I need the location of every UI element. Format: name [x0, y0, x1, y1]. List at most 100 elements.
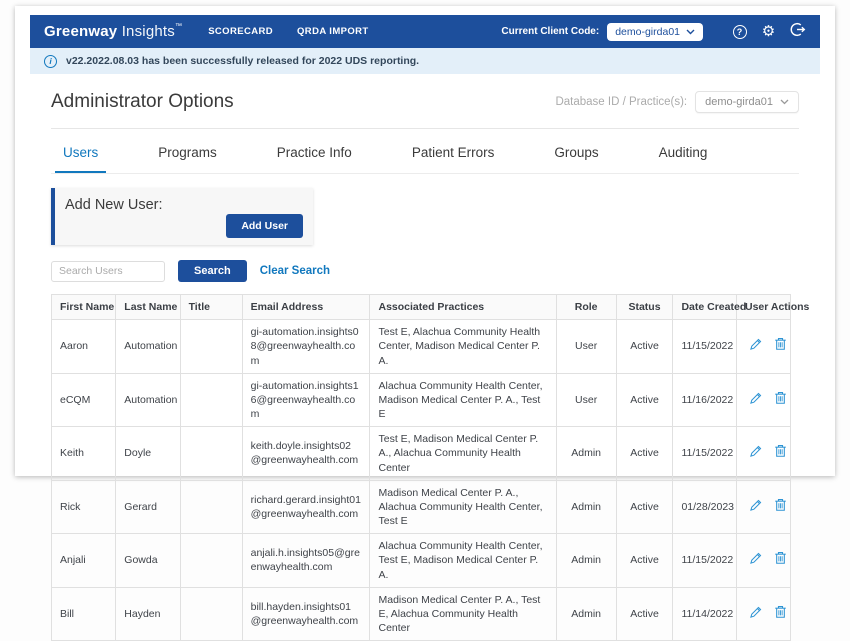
delete-user-button[interactable] — [774, 444, 787, 462]
logout-button[interactable] — [789, 23, 806, 40]
cell-title — [180, 480, 242, 534]
release-info-text: v22.2022.08.03 has been successfully rel… — [66, 55, 419, 67]
trash-icon — [774, 551, 787, 565]
trash-icon — [774, 498, 787, 512]
settings-button[interactable]: ⚙ — [760, 23, 777, 40]
add-new-user-panel: Add New User: Add User — [51, 188, 313, 245]
edit-user-button[interactable] — [749, 391, 763, 409]
brand-greenway: Greenway — [44, 23, 117, 40]
delete-user-button[interactable] — [774, 551, 787, 569]
cell-date-created: 11/15/2022 — [673, 534, 737, 588]
cell-associated-practices: Test E, Alachua Community Health Center,… — [370, 320, 556, 374]
pencil-icon — [749, 337, 763, 351]
info-icon: i — [44, 55, 57, 68]
cell-user-actions — [737, 587, 791, 641]
help-icon: ? — [733, 25, 747, 39]
cell-last-name: Hayden — [116, 587, 180, 641]
cell-role: User — [556, 320, 616, 374]
table-row: eCQM Automation gi-automation.insights16… — [52, 373, 791, 427]
cell-email: gi-automation.insights08@greenwayhealth.… — [242, 320, 370, 374]
edit-user-button[interactable] — [749, 498, 763, 516]
database-dropdown[interactable]: demo-girda01 — [695, 91, 799, 113]
help-button[interactable]: ? — [731, 23, 748, 40]
trash-icon — [774, 337, 787, 351]
tab-users[interactable]: Users — [55, 132, 106, 173]
column-header: Role — [556, 295, 616, 320]
cell-last-name: Automation — [116, 373, 180, 427]
database-selector: Database ID / Practice(s): demo-girda01 — [555, 91, 799, 113]
delete-user-button[interactable] — [774, 498, 787, 516]
search-button[interactable]: Search — [178, 260, 247, 282]
database-value: demo-girda01 — [705, 96, 773, 108]
tab-patient-errors[interactable]: Patient Errors — [404, 132, 503, 173]
nav-scorecard[interactable]: SCORECARD — [208, 26, 273, 37]
tab-groups[interactable]: Groups — [546, 132, 606, 173]
cell-first-name: Rick — [52, 480, 116, 534]
cell-title — [180, 427, 242, 481]
cell-status: Active — [616, 373, 673, 427]
pencil-icon — [749, 605, 763, 619]
gear-icon: ⚙ — [762, 24, 775, 39]
tab-bar: Users Programs Practice Info Patient Errors… — [51, 132, 799, 174]
table-header-row: First NameLast NameTitleEmail AddressAss… — [52, 295, 791, 320]
search-row: Search Clear Search — [51, 260, 799, 282]
cell-associated-practices: Alachua Community Health Center, Madison… — [370, 373, 556, 427]
cell-email: anjali.h.insights05@greenwayhealth.com — [242, 534, 370, 588]
delete-user-button[interactable] — [774, 605, 787, 623]
table-row: Keith Doyle keith.doyle.insights02@green… — [52, 427, 791, 481]
cell-user-actions — [737, 534, 791, 588]
page-title: Administrator Options — [51, 91, 234, 113]
cell-role: Admin — [556, 587, 616, 641]
cell-status: Active — [616, 480, 673, 534]
table-row: Bill Hayden bill.hayden.insights01@green… — [52, 587, 791, 641]
add-new-user-title: Add New User: — [65, 197, 303, 213]
cell-date-created: 11/14/2022 — [673, 587, 737, 641]
cell-role: Admin — [556, 427, 616, 481]
brand-insights: Insights — [122, 23, 175, 40]
cell-title — [180, 320, 242, 374]
cell-email: richard.gerard.insight01@greenwayhealth.… — [242, 480, 370, 534]
edit-user-button[interactable] — [749, 551, 763, 569]
cell-status: Active — [616, 587, 673, 641]
cell-title — [180, 373, 242, 427]
tab-auditing[interactable]: Auditing — [651, 132, 716, 173]
cell-status: Active — [616, 534, 673, 588]
cell-date-created: 01/28/2023 — [673, 480, 737, 534]
pencil-icon — [749, 444, 763, 458]
cell-date-created: 11/16/2022 — [673, 373, 737, 427]
client-code-label: Current Client Code: — [501, 26, 599, 37]
trademark-symbol: ™ — [175, 23, 182, 30]
cell-role: Admin — [556, 534, 616, 588]
add-user-button[interactable]: Add User — [226, 214, 303, 238]
delete-user-button[interactable] — [774, 391, 787, 409]
column-header: Email Address — [242, 295, 370, 320]
column-header: Title — [180, 295, 242, 320]
edit-user-button[interactable] — [749, 444, 763, 462]
search-input[interactable] — [51, 261, 165, 282]
cell-user-actions — [737, 427, 791, 481]
users-table: First NameLast NameTitleEmail AddressAss… — [51, 294, 791, 641]
cell-role: Admin — [556, 480, 616, 534]
database-label: Database ID / Practice(s): — [555, 96, 687, 108]
tab-practice-info[interactable]: Practice Info — [269, 132, 360, 173]
page-content: Administrator Options Database ID / Prac… — [30, 91, 820, 641]
cell-associated-practices: Madison Medical Center P. A., Alachua Co… — [370, 480, 556, 534]
release-info-banner: i v22.2022.08.03 has been successfully r… — [30, 48, 820, 74]
cell-first-name: eCQM — [52, 373, 116, 427]
delete-user-button[interactable] — [774, 337, 787, 355]
cell-user-actions — [737, 373, 791, 427]
edit-user-button[interactable] — [749, 605, 763, 623]
table-row: Anjali Gowda anjali.h.insights05@greenwa… — [52, 534, 791, 588]
client-code-dropdown[interactable]: demo-girda01 — [607, 23, 703, 41]
edit-user-button[interactable] — [749, 337, 763, 355]
client-code-value: demo-girda01 — [615, 26, 680, 38]
clear-search-link[interactable]: Clear Search — [260, 265, 330, 277]
nav-qrda-import[interactable]: QRDA IMPORT — [297, 26, 369, 37]
app-window: Greenway Insights™ SCORECARD QRDA IMPORT… — [15, 6, 835, 476]
logout-icon — [789, 21, 806, 43]
cell-last-name: Gowda — [116, 534, 180, 588]
chevron-down-icon — [686, 26, 695, 38]
cell-last-name: Doyle — [116, 427, 180, 481]
cell-role: User — [556, 373, 616, 427]
tab-programs[interactable]: Programs — [150, 132, 225, 173]
